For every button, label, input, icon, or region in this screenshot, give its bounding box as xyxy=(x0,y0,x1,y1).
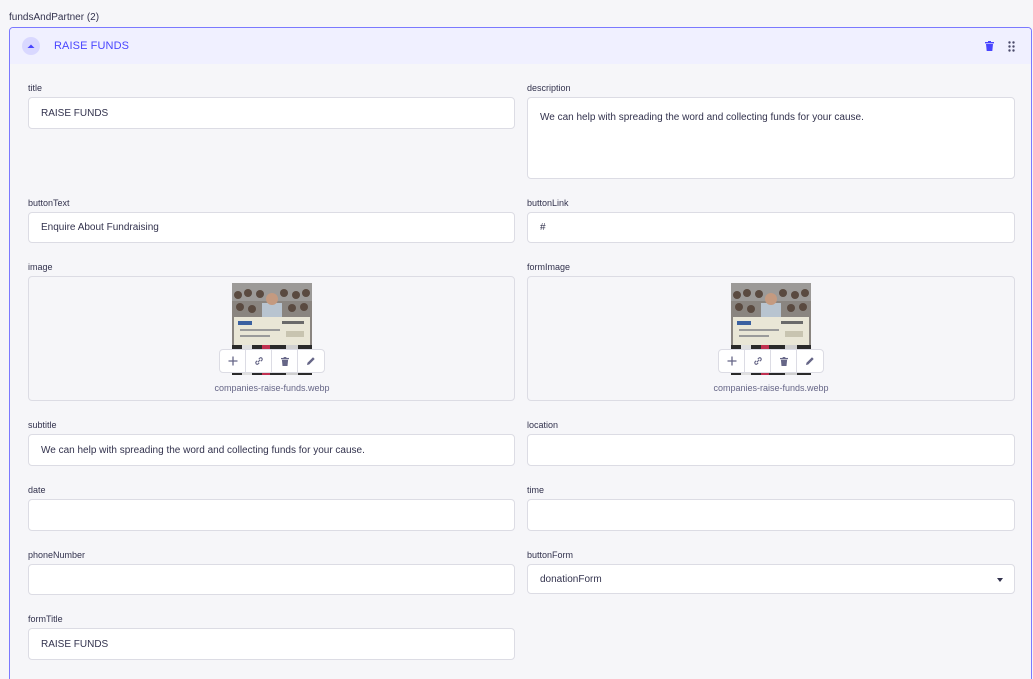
buttonlink-input[interactable]: # xyxy=(527,212,1015,243)
drag-handle[interactable] xyxy=(1008,40,1015,52)
add-image-button[interactable] xyxy=(220,350,246,372)
phonenumber-label: phoneNumber xyxy=(28,550,86,560)
card-title: RAISE FUNDS xyxy=(54,40,130,52)
copy-link-button[interactable] xyxy=(745,350,771,372)
formimage-file-name: companies-raise-funds.webp xyxy=(713,383,829,393)
formimage-media-field[interactable]: companies-raise-funds.webp xyxy=(527,276,1015,401)
plus-icon xyxy=(228,356,237,366)
title-label: title xyxy=(28,83,43,93)
buttonform-select[interactable]: donationForm xyxy=(527,564,1015,594)
date-input[interactable] xyxy=(28,499,515,531)
image-actions xyxy=(219,349,325,373)
trash-icon xyxy=(985,41,994,51)
phonenumber-input[interactable] xyxy=(28,564,515,595)
date-label: date xyxy=(28,485,46,495)
link-icon xyxy=(753,357,762,365)
buttontext-label: buttonText xyxy=(28,198,70,208)
description-label: description xyxy=(527,83,571,93)
buttonform-value: donationForm xyxy=(540,573,602,585)
delete-button[interactable] xyxy=(985,41,994,51)
location-label: location xyxy=(527,420,559,430)
image-file-name: companies-raise-funds.webp xyxy=(214,383,330,393)
add-formimage-button[interactable] xyxy=(719,350,745,372)
buttontext-input[interactable]: Enquire About Fundraising xyxy=(28,212,515,243)
formtitle-label: formTitle xyxy=(28,614,63,624)
pencil-icon xyxy=(307,357,315,365)
image-media-field[interactable]: companies-raise-funds.webp xyxy=(28,276,515,401)
chevron-up-icon xyxy=(27,44,35,48)
location-input[interactable] xyxy=(527,434,1015,466)
collapse-button[interactable] xyxy=(22,37,40,55)
edit-image-button[interactable] xyxy=(298,350,324,372)
subtitle-input[interactable]: We can help with spreading the word and … xyxy=(28,434,515,466)
buttonlink-label: buttonLink xyxy=(527,198,569,208)
trash-icon xyxy=(779,356,788,366)
subtitle-label: subtitle xyxy=(28,420,57,430)
time-label: time xyxy=(527,485,545,495)
copy-link-button[interactable] xyxy=(246,350,272,372)
formimage-actions xyxy=(718,349,824,373)
pencil-icon xyxy=(806,357,814,365)
card-header[interactable]: RAISE FUNDS xyxy=(10,28,1031,64)
delete-image-button[interactable] xyxy=(272,350,298,372)
title-input[interactable]: RAISE FUNDS xyxy=(28,97,515,129)
trash-icon xyxy=(280,356,289,366)
delete-formimage-button[interactable] xyxy=(771,350,797,372)
component-group-label: fundsAndPartner (2) xyxy=(9,12,100,23)
caret-down-icon xyxy=(997,578,1003,582)
description-textarea[interactable]: We can help with spreading the word and … xyxy=(527,97,1015,179)
link-icon xyxy=(254,357,263,365)
formtitle-input[interactable]: RAISE FUNDS xyxy=(28,628,515,660)
formimage-label: formImage xyxy=(527,262,571,272)
drag-handle-icon xyxy=(1008,40,1015,52)
plus-icon xyxy=(727,356,736,366)
edit-formimage-button[interactable] xyxy=(797,350,823,372)
buttonform-label: buttonForm xyxy=(527,550,574,560)
image-label: image xyxy=(28,262,53,272)
time-input[interactable] xyxy=(527,499,1015,531)
